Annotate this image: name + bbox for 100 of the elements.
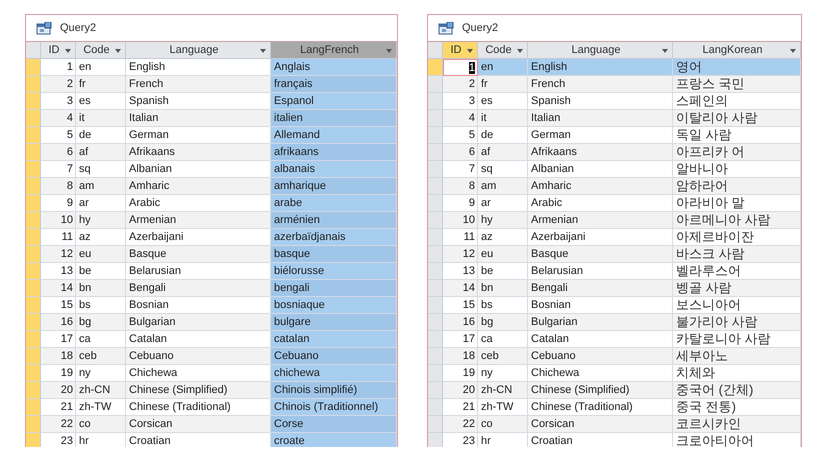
dropdown-icon[interactable]	[517, 49, 523, 53]
row-selector[interactable]	[428, 127, 443, 144]
row-selector[interactable]	[26, 161, 41, 178]
column-header[interactable]: LangFrench	[271, 42, 397, 59]
row-selector[interactable]	[26, 246, 41, 263]
row-selector[interactable]	[26, 382, 41, 399]
column-header[interactable]: ID	[443, 42, 478, 59]
row-selector[interactable]	[428, 110, 443, 127]
row-selector[interactable]	[428, 382, 443, 399]
table-cell: fr	[478, 76, 528, 93]
table-cell: Armenian	[528, 212, 673, 229]
row-selector[interactable]	[26, 93, 41, 110]
dropdown-icon[interactable]	[662, 49, 668, 53]
select-all-button[interactable]	[428, 42, 443, 59]
row-selector[interactable]	[428, 263, 443, 280]
table-cell: co	[76, 416, 126, 433]
table-cell: 불가리아 사람	[673, 314, 801, 331]
row-selector[interactable]	[26, 59, 41, 76]
table-cell: 아프리카 어	[673, 144, 801, 161]
table-cell: hr	[76, 433, 126, 447]
table-cell: hy	[76, 212, 126, 229]
table-cell: Basque	[126, 246, 271, 263]
row-selector[interactable]	[428, 399, 443, 416]
table-cell: 4	[41, 110, 76, 127]
dropdown-icon[interactable]	[260, 49, 266, 53]
dropdown-icon[interactable]	[65, 49, 71, 53]
row-selector[interactable]	[428, 297, 443, 314]
row-selector[interactable]	[428, 280, 443, 297]
table-cell: 1	[443, 59, 478, 76]
select-all-button[interactable]	[26, 42, 41, 59]
row-selector[interactable]	[26, 416, 41, 433]
row-selector[interactable]	[428, 365, 443, 382]
row-selector[interactable]	[428, 195, 443, 212]
table-cell: 16	[443, 314, 478, 331]
row-selector[interactable]	[26, 127, 41, 144]
column-header[interactable]: Code	[76, 42, 126, 59]
row-selector[interactable]	[26, 348, 41, 365]
table-cell: afrikaans	[271, 144, 397, 161]
row-selector[interactable]	[428, 212, 443, 229]
table-cell: Corse	[271, 416, 397, 433]
table-cell: 아르메니아 사람	[673, 212, 801, 229]
table-cell: hr	[478, 433, 528, 447]
row-selector[interactable]	[26, 195, 41, 212]
table-cell: eu	[76, 246, 126, 263]
row-selector[interactable]	[428, 59, 443, 76]
row-selector[interactable]	[428, 314, 443, 331]
table-cell: 세부아노	[673, 348, 801, 365]
dropdown-icon[interactable]	[115, 49, 121, 53]
table-cell: Italian	[126, 110, 271, 127]
table-cell: 암하라어	[673, 178, 801, 195]
row-selector[interactable]	[26, 229, 41, 246]
table-cell: Afrikaans	[528, 144, 673, 161]
table-cell: Allemand	[271, 127, 397, 144]
table-cell: 이탈리아 사람	[673, 110, 801, 127]
row-selector[interactable]	[428, 229, 443, 246]
row-selector[interactable]	[26, 331, 41, 348]
row-selector[interactable]	[428, 144, 443, 161]
query-icon	[36, 22, 52, 34]
table-cell: am	[76, 178, 126, 195]
row-selector[interactable]	[26, 314, 41, 331]
table-cell: 14	[41, 280, 76, 297]
row-selector[interactable]	[26, 178, 41, 195]
column-header[interactable]: ID	[41, 42, 76, 59]
row-selector[interactable]	[428, 348, 443, 365]
row-selector[interactable]	[428, 76, 443, 93]
table-cell: Anglais	[271, 59, 397, 76]
table-cell: 2	[41, 76, 76, 93]
table-cell: 영어	[673, 59, 801, 76]
row-selector[interactable]	[26, 212, 41, 229]
row-selector[interactable]	[26, 110, 41, 127]
column-header[interactable]: Language	[528, 42, 673, 59]
row-selector[interactable]	[428, 416, 443, 433]
row-selector[interactable]	[26, 433, 41, 447]
row-selector[interactable]	[26, 280, 41, 297]
dropdown-icon[interactable]	[790, 49, 796, 53]
column-header[interactable]: Language	[126, 42, 271, 59]
row-selector[interactable]	[26, 297, 41, 314]
table-cell: 10	[41, 212, 76, 229]
row-selector[interactable]	[26, 76, 41, 93]
row-selector[interactable]	[428, 178, 443, 195]
row-selector[interactable]	[428, 331, 443, 348]
row-selector[interactable]	[26, 263, 41, 280]
column-header[interactable]: LangKorean	[673, 42, 801, 59]
row-selector[interactable]	[26, 399, 41, 416]
row-selector[interactable]	[428, 433, 443, 447]
row-selector[interactable]	[26, 365, 41, 382]
row-selector[interactable]	[428, 161, 443, 178]
row-selector[interactable]	[428, 93, 443, 110]
column-header[interactable]: Code	[478, 42, 528, 59]
table-cell: 23	[41, 433, 76, 447]
table-cell: en	[478, 59, 528, 76]
table-cell: bosniaque	[271, 297, 397, 314]
dropdown-icon[interactable]	[386, 49, 392, 53]
table-cell: 벵골 사람	[673, 280, 801, 297]
dropdown-icon[interactable]	[467, 49, 473, 53]
table-cell: 18	[41, 348, 76, 365]
table-cell: af	[76, 144, 126, 161]
row-selector[interactable]	[26, 144, 41, 161]
row-selector[interactable]	[428, 246, 443, 263]
table-cell: 20	[41, 382, 76, 399]
